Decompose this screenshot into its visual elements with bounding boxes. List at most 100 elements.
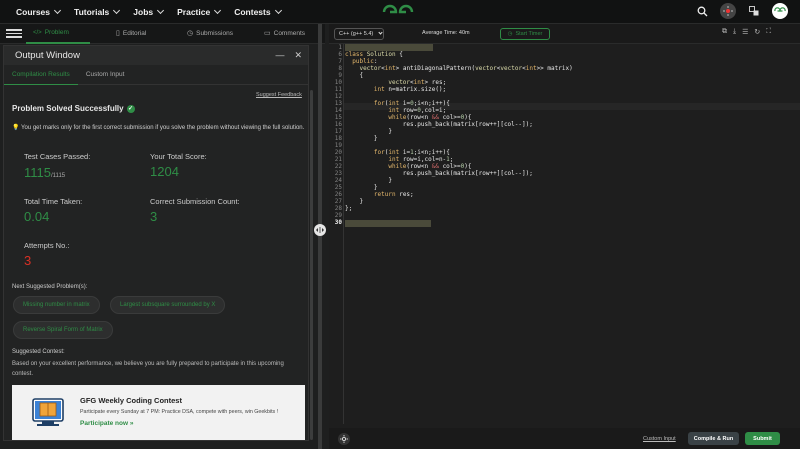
drag-handle-icon[interactable]: [314, 224, 326, 236]
submit-button[interactable]: Submit: [745, 432, 780, 445]
contest-card[interactable]: GFG Weekly Coding Contest Participate ev…: [12, 385, 305, 440]
line-number: 30: [334, 219, 342, 226]
custom-input-link[interactable]: Custom Input: [643, 436, 676, 442]
active-tab-indicator: [26, 42, 90, 44]
tab-custom-input[interactable]: Custom Input: [78, 65, 133, 85]
line-number: 26: [334, 191, 342, 198]
problem-tab-bar: </> Problem ▯ Editorial ◷ Submissions ▭ …: [0, 24, 325, 44]
chevron-down-icon: [378, 30, 383, 35]
tab-comments[interactable]: ▭ Comments: [264, 29, 305, 38]
chevron-down-icon: [113, 6, 121, 14]
line-number: 16: [334, 121, 342, 128]
tests-total-number: /1115: [51, 173, 66, 179]
hamburger-menu-icon[interactable]: [6, 29, 22, 38]
line-number: 15: [334, 114, 342, 121]
line-number: 13: [334, 100, 342, 107]
line-number: 19: [334, 142, 342, 149]
line-number: 6: [338, 51, 342, 58]
folded-code-region[interactable]: [345, 44, 433, 51]
minimize-icon[interactable]: —: [275, 50, 284, 61]
marks-note: 💡 You get marks only for the first corre…: [12, 123, 307, 133]
suggest-feedback-link[interactable]: Suggest Feedback: [256, 92, 302, 98]
marks-note-text: You get marks only for the first correct…: [21, 125, 305, 131]
code-line: }: [345, 184, 378, 191]
menu-tutorials-label: Tutorials: [74, 6, 110, 17]
menu-practice[interactable]: Practice: [177, 6, 222, 17]
menu-contests-label: Contests: [234, 6, 271, 17]
close-icon[interactable]: ✕: [294, 50, 302, 61]
code-line: vector<int> antiDiagonalPattern(vector<v…: [359, 65, 573, 72]
suggested-problem-1[interactable]: Missing number in matrix: [13, 296, 100, 314]
line-number: 23: [334, 170, 342, 177]
translate-icon[interactable]: [746, 3, 762, 19]
timer-icon: ◷: [507, 31, 513, 37]
menu-jobs[interactable]: Jobs: [133, 6, 165, 17]
reset-icon[interactable]: ↻: [754, 28, 760, 36]
code-line: int row=i,col=n-1;: [388, 156, 454, 163]
code-line: for(int i=0;i<n;i++){: [373, 100, 450, 107]
copy-icon[interactable]: ⧉: [722, 28, 727, 36]
tests-value: 1115/1115: [24, 164, 65, 182]
line-number: 11: [334, 86, 342, 93]
code-line: }: [345, 128, 392, 135]
check-circle-icon: ✓: [126, 104, 135, 113]
code-line: int n=matrix.size();: [373, 86, 447, 93]
theme-toggle-icon[interactable]: [720, 3, 736, 19]
code-line: vector<int> res;: [388, 79, 447, 86]
line-number: 27: [334, 198, 342, 205]
chevron-down-icon: [157, 6, 165, 14]
line-number: 24: [334, 177, 342, 184]
nav-right-icons: [694, 3, 788, 19]
menu-practice-label: Practice: [177, 6, 211, 17]
menu-tutorials[interactable]: Tutorials: [74, 6, 121, 17]
code-line: return res;: [373, 191, 414, 198]
code-line: {: [345, 72, 364, 79]
gfg-logo[interactable]: [381, 3, 415, 26]
tab-problem-label: Problem: [44, 29, 69, 36]
code-icon: </>: [33, 29, 42, 36]
gfg-logo-icon: [382, 4, 414, 14]
tab-compilation-results[interactable]: Compilation Results: [4, 65, 78, 85]
suggested-problem-2[interactable]: Largest subsquare surrounded by X: [110, 296, 226, 314]
suggested-problem-3[interactable]: Reverse Spiral Form of Matrix: [13, 321, 113, 339]
editorial-icon: ▯: [116, 30, 120, 37]
line-number: 9: [338, 72, 342, 79]
pane-divider[interactable]: [318, 24, 322, 449]
line-number: 18: [334, 135, 342, 142]
search-icon[interactable]: [694, 3, 710, 19]
menu-contests[interactable]: Contests: [234, 6, 282, 17]
tab-editorial[interactable]: ▯ Editorial: [116, 29, 147, 38]
folded-code-region[interactable]: [345, 220, 431, 227]
next-suggested-label: Next Suggested Problem(s):: [12, 284, 88, 290]
avatar[interactable]: [772, 3, 788, 19]
chevron-down-icon: [214, 6, 222, 14]
language-select[interactable]: C++ (g++ 5.4): [334, 28, 384, 40]
settings-icon[interactable]: ☰: [742, 28, 748, 36]
line-number: 29: [334, 212, 342, 219]
start-timer-button[interactable]: ◷ Start Timer: [500, 28, 550, 40]
tab-submissions[interactable]: ◷ Submissions: [187, 29, 233, 38]
compile-run-button[interactable]: Compile & Run: [688, 432, 739, 445]
participate-link[interactable]: Participate now »: [80, 420, 133, 427]
time-value: 0.04: [24, 209, 50, 224]
code-line: while(row<n && col>=0){: [388, 114, 472, 121]
tab-submissions-label: Submissions: [196, 29, 233, 37]
output-window-header: Output Window — ✕: [4, 46, 308, 65]
top-nav: Courses Tutorials Jobs Practice Contests: [0, 0, 800, 24]
code-line: int row=0,col=i;: [388, 107, 447, 114]
line-number: 17: [334, 128, 342, 135]
menu-courses[interactable]: Courses: [16, 6, 62, 17]
contest-note: Based on your excellent performance, we …: [12, 361, 284, 377]
output-tabs: Compilation Results Custom Input: [4, 65, 308, 85]
status-text: Problem Solved Successfully: [12, 104, 124, 113]
line-number: 14: [334, 107, 342, 114]
start-timer-label: Start Timer: [515, 31, 543, 37]
left-scrollbar[interactable]: [310, 90, 313, 440]
fullscreen-icon[interactable]: ⛶: [766, 28, 771, 36]
settings-gear-icon[interactable]: [338, 433, 350, 445]
tab-problem[interactable]: </> Problem: [33, 29, 69, 36]
download-icon[interactable]: ⤓: [733, 28, 736, 36]
code-line: class Solution {: [345, 51, 403, 58]
tab-editorial-label: Editorial: [122, 29, 147, 37]
laptop-box-icon: [30, 393, 66, 436]
